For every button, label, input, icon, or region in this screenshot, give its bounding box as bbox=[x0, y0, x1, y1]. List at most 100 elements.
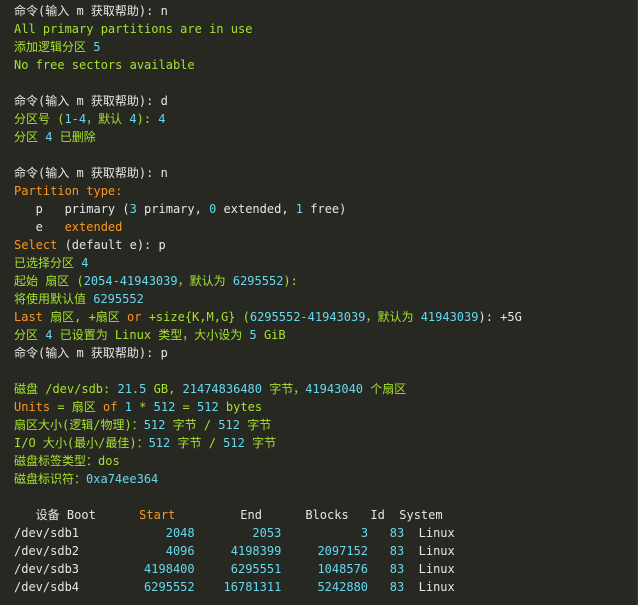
terminal-line: Select (default e): p bbox=[14, 236, 637, 254]
terminal-text-segment: 6295552 bbox=[93, 292, 144, 306]
terminal-text-segment: 3 bbox=[360, 526, 369, 540]
terminal-text-segment: = 扇区 bbox=[50, 400, 104, 414]
terminal-text-segment: 2048 bbox=[165, 526, 195, 540]
terminal-text-segment: 5242880 bbox=[317, 580, 369, 594]
terminal-text-segment: 41943040 bbox=[305, 382, 364, 396]
terminal-text-segment: 512 bbox=[197, 400, 219, 414]
terminal-text-segment: 6295552 bbox=[144, 580, 195, 594]
terminal-line: 磁盘标识符：0xa74ee364 bbox=[14, 470, 637, 488]
terminal-text-segment: = bbox=[175, 400, 198, 414]
terminal-text-segment: Linux bbox=[404, 580, 455, 594]
terminal-text-segment: 512 bbox=[218, 418, 240, 432]
terminal-text-segment: 0xa74ee364 bbox=[86, 472, 159, 486]
terminal-text-segment: ): bbox=[136, 112, 159, 126]
terminal-text-segment: 21474836480 bbox=[182, 382, 262, 396]
terminal-text-segment: +size{K,M,G} ( bbox=[141, 310, 250, 324]
terminal-text-segment: 命令(输入 m 获取帮助): n bbox=[14, 166, 168, 180]
terminal-text-segment: 83 bbox=[389, 580, 405, 594]
terminal-text-segment: 命令(输入 m 获取帮助): d bbox=[14, 94, 168, 108]
terminal-line: 命令(输入 m 获取帮助): d bbox=[14, 92, 637, 110]
terminal-text-segment: Units bbox=[14, 400, 51, 414]
terminal-text-segment: /dev/sdb1 bbox=[14, 526, 166, 540]
terminal-text-segment: 字节 bbox=[239, 418, 272, 432]
terminal-text-segment: 4198399 bbox=[230, 544, 282, 558]
terminal-text-segment: ，默认为 bbox=[365, 310, 421, 324]
terminal-output[interactable]: 命令(输入 m 获取帮助): n All primary partitions a… bbox=[0, 0, 638, 605]
terminal-text-segment: 起始 扇区 ( bbox=[14, 274, 84, 288]
terminal-text-segment: 21.5 bbox=[117, 382, 147, 396]
terminal-text-segment: 5 bbox=[249, 328, 257, 342]
terminal-text-segment: ，默认为 bbox=[177, 274, 233, 288]
terminal-text-segment: 磁盘标签类型：dos bbox=[14, 454, 120, 468]
terminal-text-segment: primary, bbox=[136, 202, 210, 216]
terminal-text-segment: /dev/sdb2 bbox=[14, 544, 166, 558]
terminal-text-segment: 6295552 bbox=[232, 274, 284, 288]
terminal-line: 分区号 (1-4，默认 4): 4 bbox=[14, 110, 637, 128]
terminal-text-segment: 已选择分区 bbox=[14, 256, 82, 270]
terminal-text-segment: ): bbox=[283, 274, 298, 288]
terminal-text-segment: e bbox=[14, 220, 65, 234]
terminal-text-segment: 5 bbox=[93, 40, 101, 54]
terminal-line: 磁盘标签类型：dos bbox=[14, 452, 637, 470]
terminal-text-segment: 4198400 bbox=[144, 562, 195, 576]
terminal-text-segment: 个扇区 bbox=[363, 382, 407, 396]
terminal-text-segment: Last bbox=[14, 310, 43, 324]
terminal-text-segment: 分区号 ( bbox=[14, 112, 65, 126]
terminal-text-segment: 字节 / bbox=[165, 418, 219, 432]
terminal-text-segment: 2053 bbox=[252, 526, 282, 540]
terminal-line: 分区 4 已删除 bbox=[14, 128, 637, 146]
terminal-text-segment: Start bbox=[139, 508, 176, 522]
terminal-line: /dev/sdb2 4096 4198399 2097152 83 Linux bbox=[14, 542, 637, 560]
terminal-text-segment: /dev/sdb4 bbox=[14, 580, 145, 594]
terminal-text-segment: 字节 / bbox=[170, 436, 224, 450]
terminal-line: I/O 大小(最小/最佳)：512 字节 / 512 字节 bbox=[14, 434, 637, 452]
terminal-line: /dev/sdb4 6295552 16781311 5242880 83 Li… bbox=[14, 578, 637, 596]
terminal-line: 将使用默认值 6295552 bbox=[14, 290, 637, 308]
terminal-line: 磁盘 /dev/sdb: 21.5 GB, 21474836480 字节，419… bbox=[14, 380, 637, 398]
terminal-text-segment: 4096 bbox=[165, 544, 195, 558]
terminal-text-segment: 2054-41943039 bbox=[83, 274, 178, 288]
terminal-text-segment: 设备 Boot bbox=[14, 508, 140, 522]
terminal-text-segment: 将使用默认值 bbox=[14, 292, 94, 306]
terminal-line: No free sectors available bbox=[14, 56, 637, 74]
terminal-line: 命令(输入 m 获取帮助): n bbox=[14, 2, 637, 20]
terminal-text-segment: /dev/sdb3 bbox=[14, 562, 145, 576]
terminal-text-segment: 1048576 bbox=[317, 562, 369, 576]
terminal-line: 分区 4 已设置为 Linux 类型，大小设为 5 GiB bbox=[14, 326, 637, 344]
terminal-text-segment: 添加逻辑分区 bbox=[14, 40, 94, 54]
terminal-text-segment: 41943039 bbox=[420, 310, 479, 324]
terminal-text-segment: 16781311 bbox=[223, 580, 282, 594]
terminal-line: 命令(输入 m 获取帮助): n bbox=[14, 164, 637, 182]
terminal-text-segment: 命令(输入 m 获取帮助): n bbox=[14, 4, 168, 18]
terminal-text-segment: No free sectors available bbox=[14, 58, 195, 72]
terminal-line: 已选择分区 4 bbox=[14, 254, 637, 272]
terminal-text-segment: 分区 bbox=[14, 328, 46, 342]
terminal-text-segment: 1-4 bbox=[64, 112, 87, 126]
terminal-text-segment: * bbox=[131, 400, 154, 414]
terminal-text-segment: 4 bbox=[158, 112, 166, 126]
terminal-line: Units = 扇区 of 1 * 512 = 512 bytes bbox=[14, 398, 637, 416]
terminal-line: e extended bbox=[14, 218, 637, 236]
terminal-line: /dev/sdb1 2048 2053 3 83 Linux bbox=[14, 524, 637, 542]
terminal-text-segment: 4 bbox=[81, 256, 89, 270]
terminal-text-segment: 命令(输入 m 获取帮助): p bbox=[14, 346, 168, 360]
terminal-text-segment: free) bbox=[303, 202, 347, 216]
terminal-text-segment: Linux bbox=[404, 544, 455, 558]
terminal-text-segment: 磁盘 /dev/sdb: bbox=[14, 382, 118, 396]
terminal-text-segment: of bbox=[103, 400, 118, 414]
